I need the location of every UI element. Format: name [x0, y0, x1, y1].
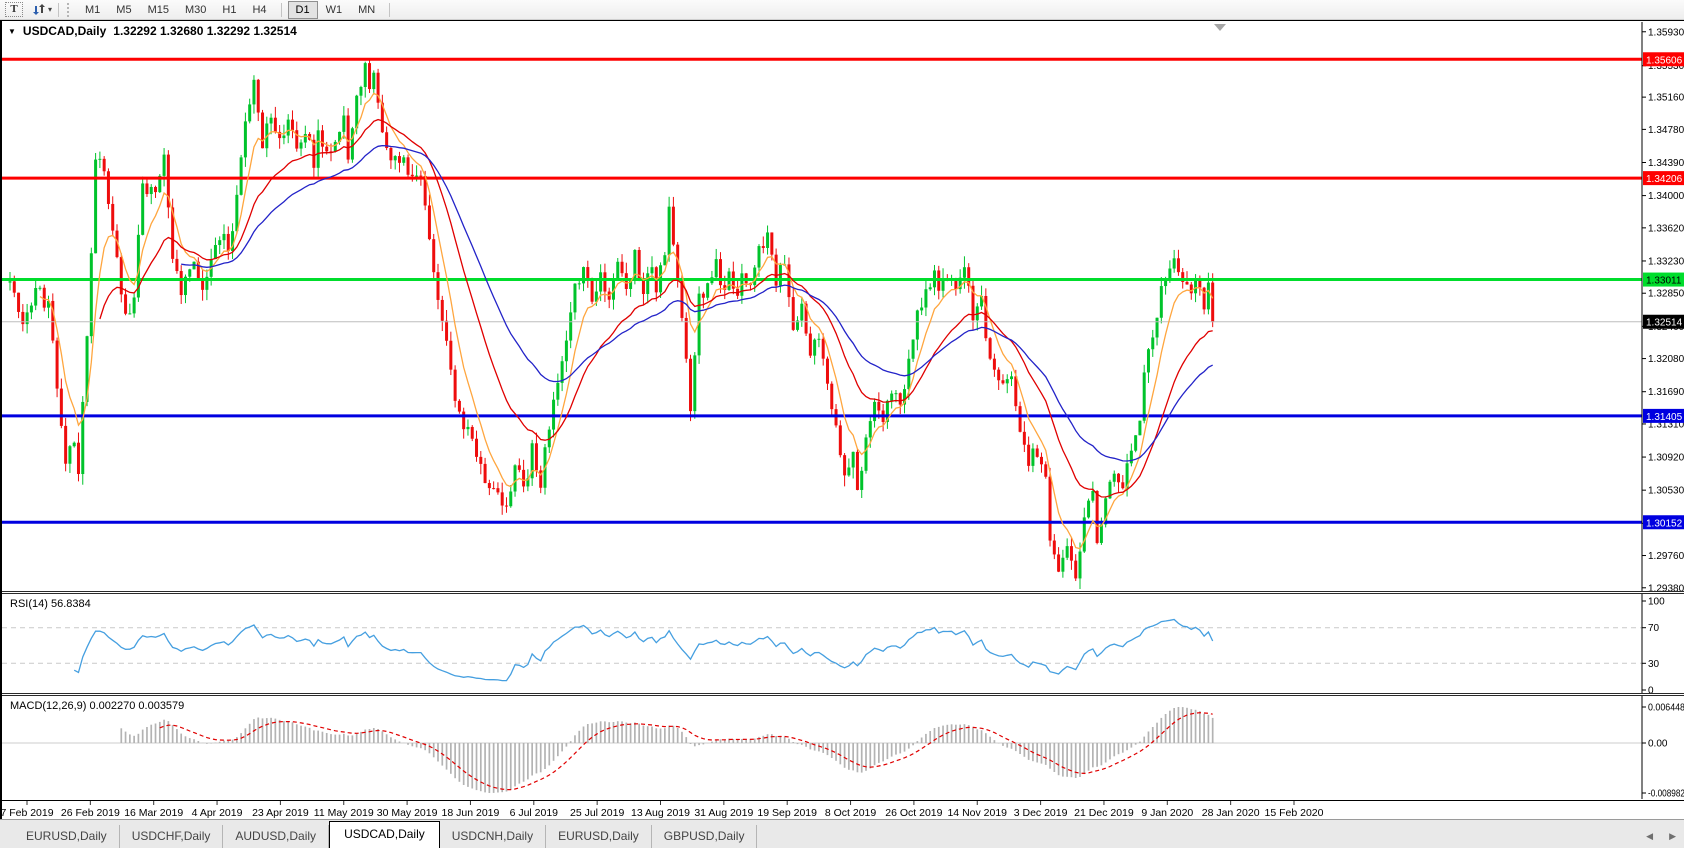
toolbar-separator: [389, 3, 390, 17]
svg-text:11 May 2019: 11 May 2019: [314, 807, 374, 819]
svg-text:30: 30: [1648, 659, 1660, 670]
candles: [9, 60, 1215, 589]
symbol-dropdown-icon[interactable]: ▼: [8, 27, 16, 36]
svg-text:18 Jun 2019: 18 Jun 2019: [442, 807, 500, 819]
toolbar-separator: [58, 3, 59, 17]
arrange-tool-button[interactable]: ▾: [31, 3, 52, 16]
svg-text:3 Dec 2019: 3 Dec 2019: [1014, 807, 1068, 819]
tab-eurusd-1[interactable]: EURUSD,Daily: [14, 825, 120, 848]
macd-pane-canvas[interactable]: 0.006448 0.00 -0.008982: [2, 696, 1684, 799]
svg-text:1.34780: 1.34780: [1648, 125, 1684, 136]
toolbar-drag-handle[interactable]: [67, 3, 73, 17]
tab-label: GBPUSD,Daily: [664, 829, 745, 843]
tab-label: EURUSD,Daily: [26, 829, 107, 843]
svg-text:1.34000: 1.34000: [1648, 191, 1684, 202]
svg-text:4 Apr 2019: 4 Apr 2019: [192, 807, 243, 819]
svg-text:13 Aug 2019: 13 Aug 2019: [631, 807, 690, 819]
chart-tab-bar: EURUSD,Daily USDCHF,Daily AUDUSD,Daily U…: [0, 819, 1684, 848]
tab-gbpusd[interactable]: GBPUSD,Daily: [652, 825, 758, 848]
rsi-pane-canvas[interactable]: 100 70 30 0: [2, 594, 1684, 693]
svg-text:-0.008982: -0.008982: [1648, 789, 1684, 800]
tab-usdchf[interactable]: USDCHF,Daily: [120, 825, 224, 848]
svg-text:1.30530: 1.30530: [1648, 486, 1684, 497]
macd-histogram: [121, 707, 1212, 793]
tab-usdcnh[interactable]: USDCNH,Daily: [440, 825, 546, 848]
svg-text:9 Jan 2020: 9 Jan 2020: [1141, 807, 1193, 819]
svg-text:1.33620: 1.33620: [1648, 223, 1684, 234]
tab-label: USDCNH,Daily: [452, 829, 533, 843]
svg-text:16 Mar 2019: 16 Mar 2019: [124, 807, 183, 819]
svg-text:1.32850: 1.32850: [1648, 289, 1684, 300]
timeframe-h1[interactable]: H1: [214, 1, 244, 19]
text-tool-button[interactable]: T: [5, 2, 23, 17]
chart-shift-marker: [1214, 24, 1226, 31]
toolbar: T ▾ M1 M5 M15 M30 H1 H4 D1 W1 MN: [0, 0, 1684, 20]
svg-text:1.35160: 1.35160: [1648, 93, 1684, 104]
time-axis[interactable]: 7 Feb 2019 26 Feb 2019 16 Mar 2019 4 Apr 20…: [2, 800, 1684, 820]
svg-text:1.31690: 1.31690: [1648, 387, 1684, 398]
timeframe-m30[interactable]: M30: [177, 1, 214, 19]
tab-label: USDCAD,Daily: [344, 827, 425, 841]
svg-text:15 Feb 2020: 15 Feb 2020: [1265, 807, 1324, 819]
timeframe-d1[interactable]: D1: [288, 1, 318, 19]
svg-text:31 Aug 2019: 31 Aug 2019: [694, 807, 753, 819]
tab-label: AUDUSD,Daily: [235, 829, 316, 843]
svg-text:30 May 2019: 30 May 2019: [377, 807, 438, 819]
moving-averages: [40, 93, 1213, 548]
horizontal-level-lines: [2, 59, 1642, 522]
svg-text:25 Jul 2019: 25 Jul 2019: [570, 807, 624, 819]
tab-scroll-right-icon[interactable]: ▶: [1661, 825, 1684, 848]
svg-text:1.29380: 1.29380: [1648, 583, 1684, 591]
svg-text:1.29760: 1.29760: [1648, 551, 1684, 562]
timeframe-w1[interactable]: W1: [318, 1, 351, 19]
timeframe-m1[interactable]: M1: [77, 1, 108, 19]
svg-text:14 Nov 2019: 14 Nov 2019: [947, 807, 1007, 819]
svg-text:21 Dec 2019: 21 Dec 2019: [1074, 807, 1134, 819]
svg-text:1.35930: 1.35930: [1648, 27, 1684, 38]
svg-text:1.35606: 1.35606: [1646, 55, 1683, 66]
toolbar-separator: [281, 3, 282, 17]
tab-usdcad[interactable]: USDCAD,Daily: [329, 821, 440, 848]
svg-text:0: 0: [1648, 686, 1654, 694]
svg-text:6 Jul 2019: 6 Jul 2019: [510, 807, 559, 819]
chart-window: 1.359301.355301.351601.347801.343901.340…: [0, 20, 1684, 820]
price-axis-ticks: 1.359301.355301.351601.347801.343901.340…: [1642, 27, 1684, 591]
svg-text:1.32080: 1.32080: [1648, 354, 1684, 365]
svg-text:19 Sep 2019: 19 Sep 2019: [757, 807, 817, 819]
timeframe-mn[interactable]: MN: [350, 1, 383, 19]
svg-text:1.34206: 1.34206: [1646, 174, 1683, 185]
tab-eurusd-2[interactable]: EURUSD,Daily: [546, 825, 652, 848]
tab-audusd[interactable]: AUDUSD,Daily: [223, 825, 329, 848]
svg-text:28 Jan 2020: 28 Jan 2020: [1202, 807, 1260, 819]
svg-text:1.33011: 1.33011: [1646, 276, 1682, 287]
svg-text:100: 100: [1648, 597, 1665, 608]
svg-text:8 Oct 2019: 8 Oct 2019: [825, 807, 877, 819]
svg-text:23 Apr 2019: 23 Apr 2019: [252, 807, 309, 819]
svg-text:1.31405: 1.31405: [1646, 412, 1683, 423]
timeframe-h4[interactable]: H4: [244, 1, 274, 19]
timeframe-m5[interactable]: M5: [108, 1, 139, 19]
svg-text:1.30152: 1.30152: [1646, 518, 1683, 529]
main-chart-canvas[interactable]: 1.359301.355301.351601.347801.343901.340…: [2, 22, 1684, 591]
svg-text:26 Oct 2019: 26 Oct 2019: [885, 807, 942, 819]
svg-text:70: 70: [1648, 623, 1660, 634]
svg-text:26 Feb 2019: 26 Feb 2019: [61, 807, 120, 819]
svg-text:1.30920: 1.30920: [1648, 453, 1684, 464]
svg-text:1.34390: 1.34390: [1648, 158, 1684, 169]
tab-scroll-left-icon[interactable]: ◀: [1638, 825, 1661, 848]
arrange-windows-icon: [31, 3, 46, 16]
chevron-down-icon[interactable]: ▾: [48, 5, 52, 14]
svg-text:1.33230: 1.33230: [1648, 256, 1684, 267]
svg-text:7 Feb 2019: 7 Feb 2019: [2, 807, 54, 819]
svg-text:0.006448: 0.006448: [1648, 703, 1684, 714]
svg-text:0.00: 0.00: [1648, 739, 1668, 750]
rsi-line: [74, 620, 1212, 681]
timeframe-m15[interactable]: M15: [140, 1, 177, 19]
svg-text:1.32514: 1.32514: [1646, 318, 1683, 329]
tab-label: EURUSD,Daily: [558, 829, 639, 843]
tab-label: USDCHF,Daily: [132, 829, 211, 843]
